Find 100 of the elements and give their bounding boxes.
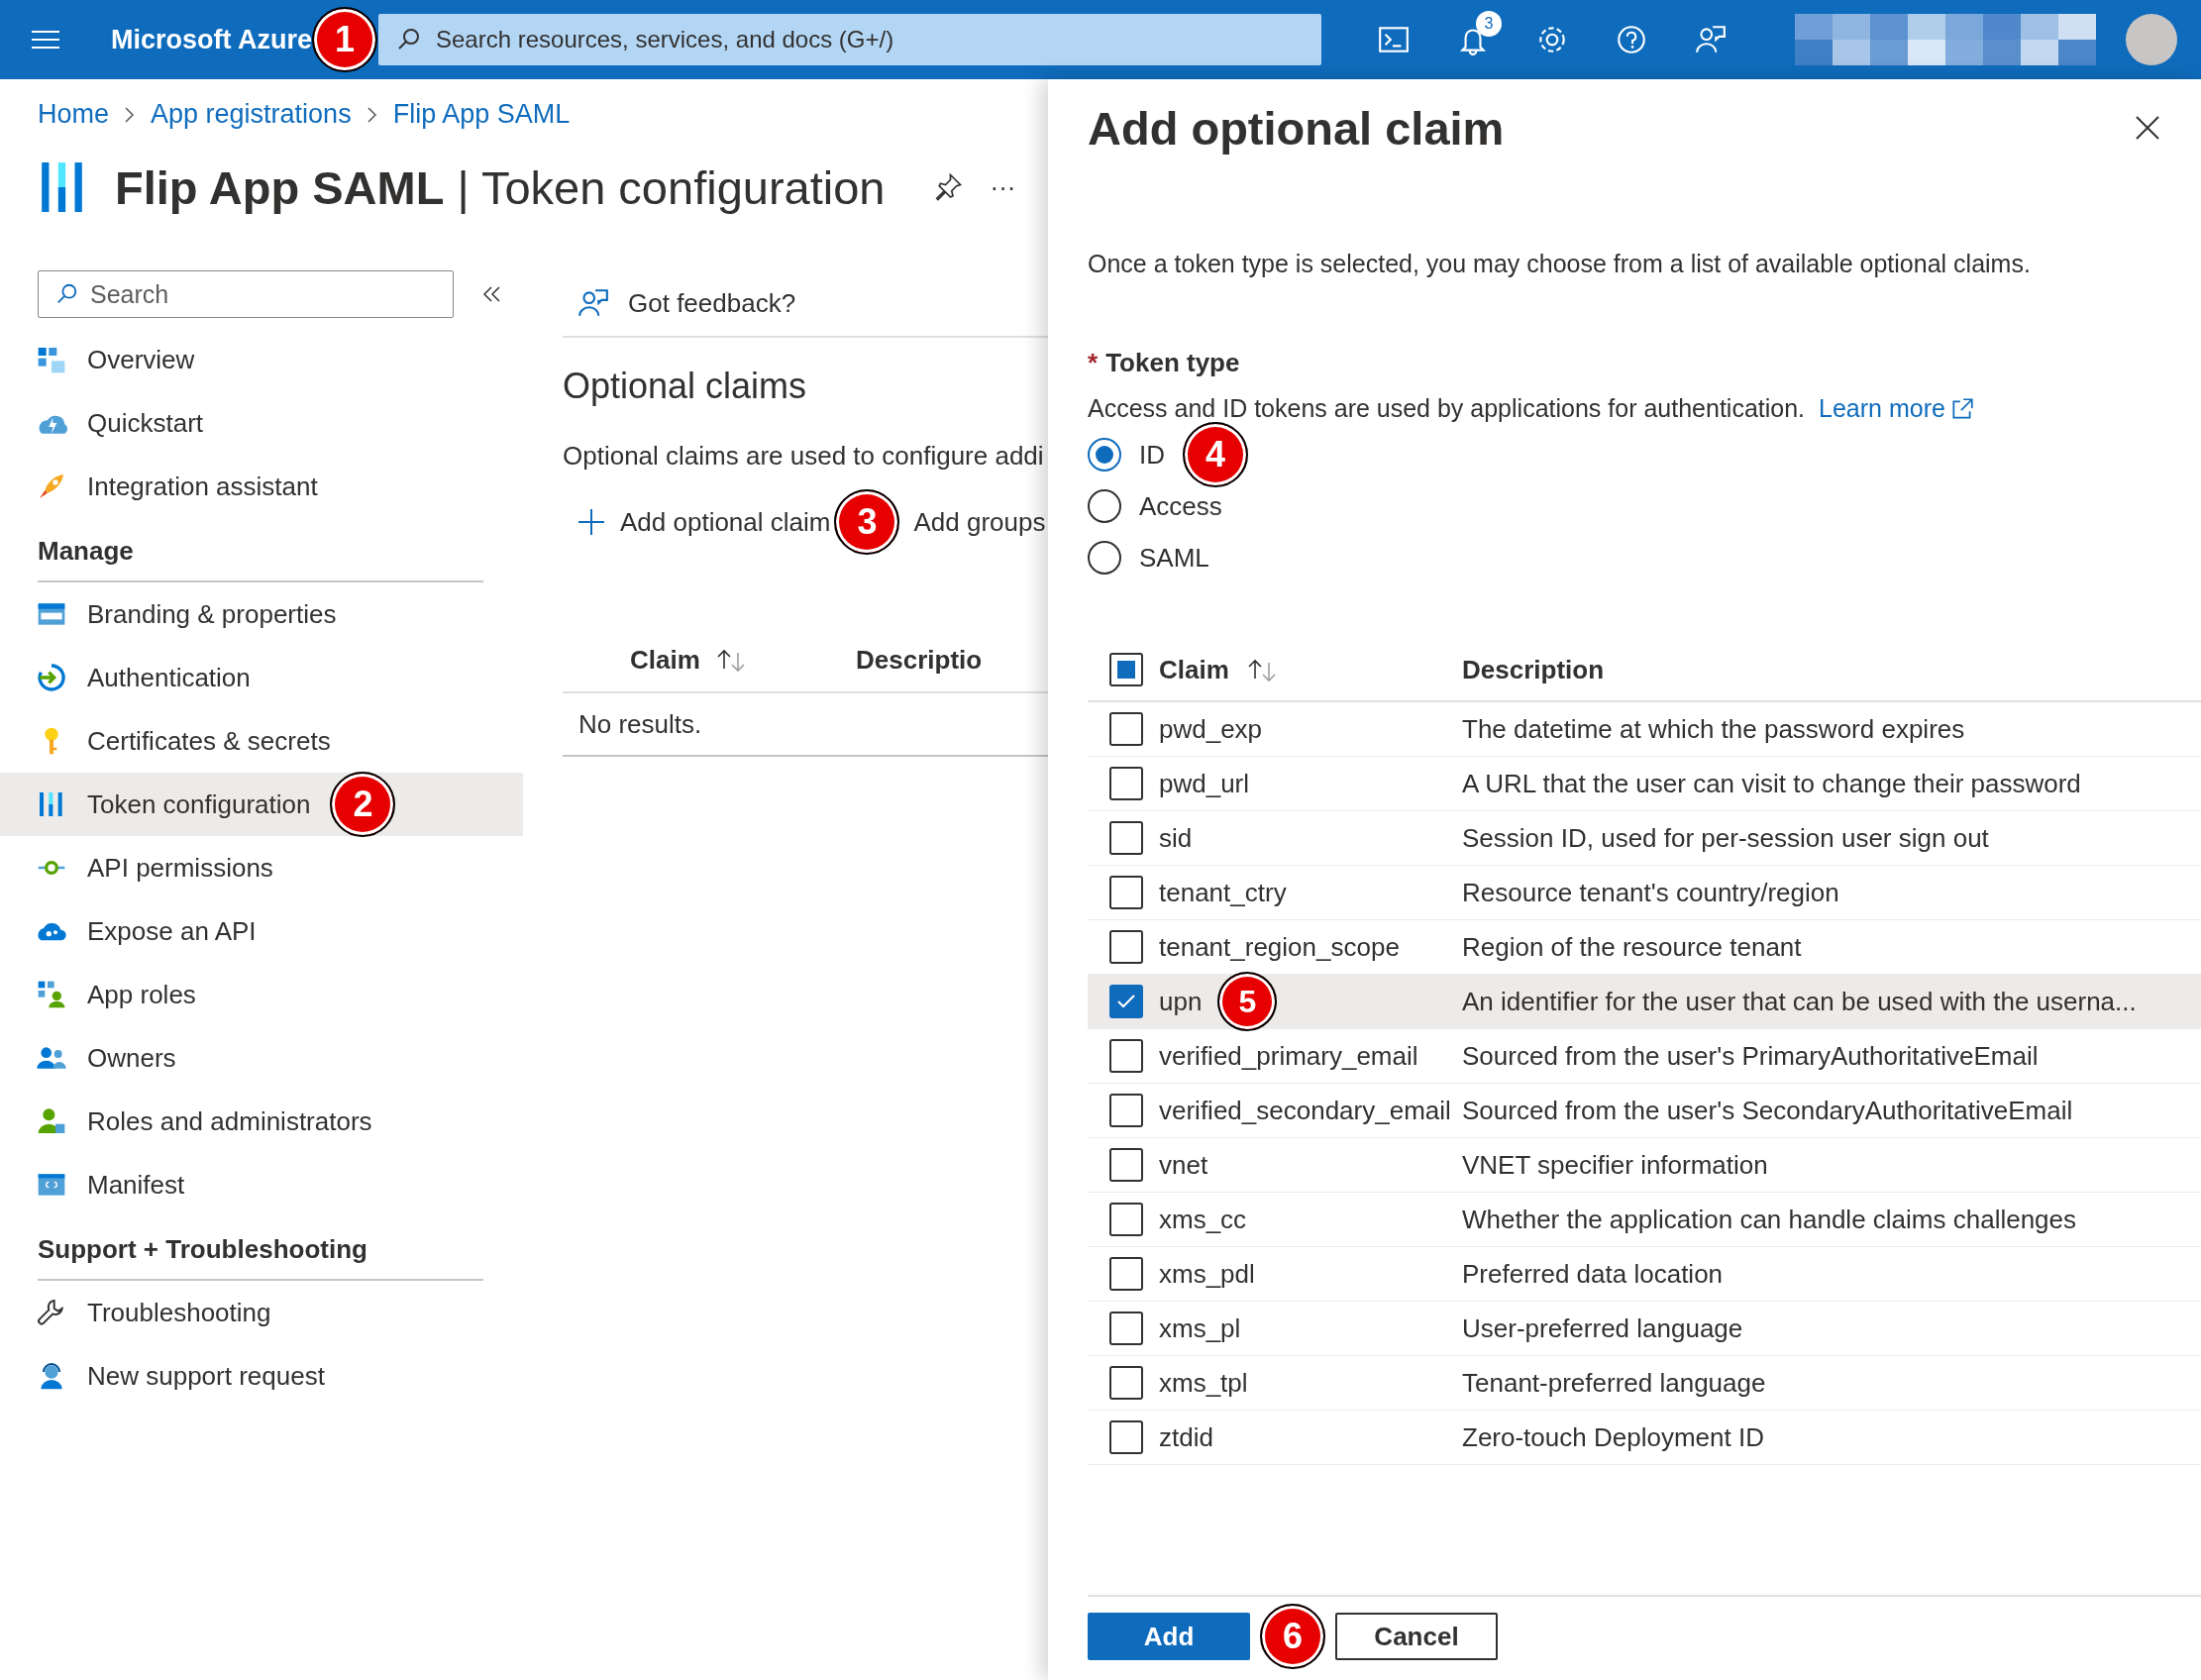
sidebar-item[interactable]: New support request — [0, 1344, 523, 1408]
close-icon[interactable] — [2134, 114, 2161, 142]
claim-name: pwd_exp — [1159, 713, 1263, 745]
checkbox[interactable] — [1109, 821, 1143, 855]
claim-row[interactable]: pwd_url A URL that the user can visit to change their password — [1088, 757, 2201, 811]
feedback-link[interactable]: Got feedback? — [628, 287, 796, 319]
learn-more-link[interactable]: Learn more — [1819, 394, 1975, 423]
checkbox[interactable] — [1109, 712, 1143, 746]
arrow-circle-icon — [36, 662, 67, 693]
sidebar-item[interactable]: Roles and administrators — [0, 1090, 523, 1153]
claim-name: xms_pdl — [1159, 1258, 1255, 1290]
claim-row[interactable]: upn 5 An identifier for the user that can be used with the userna... — [1088, 975, 2201, 1029]
sidebar-item-label: Branding & properties — [87, 598, 337, 630]
claim-row[interactable]: vnet VNET specifier information — [1088, 1138, 2201, 1193]
claim-row[interactable]: verified_primary_email Sourced from the user's PrimaryAuthoritativeEmail — [1088, 1029, 2201, 1084]
checkbox[interactable] — [1109, 1366, 1143, 1400]
toolbar-button[interactable]: Add optional claim — [563, 506, 835, 538]
claim-name: upn — [1159, 986, 1203, 1017]
claim-row[interactable]: sid Session ID, used for per-session user sign out — [1088, 811, 2201, 866]
step-number-marker: 6 — [1260, 1604, 1325, 1669]
sidebar-item[interactable]: Token configuration 2 — [0, 773, 523, 836]
radio-button[interactable] — [1088, 438, 1121, 472]
sidebar-item[interactable]: Manifest — [0, 1153, 523, 1216]
claim-name: vnet — [1159, 1149, 1208, 1181]
claim-name: verified_secondary_email — [1159, 1095, 1451, 1126]
more-button[interactable]: ··· — [990, 171, 1016, 203]
sidebar-item[interactable]: Overview — [0, 328, 523, 391]
sidebar-item-label: Token configuration — [87, 788, 311, 820]
checkbox[interactable] — [1109, 1148, 1143, 1182]
radio-button[interactable] — [1088, 541, 1121, 575]
checkbox[interactable] — [1109, 1039, 1143, 1073]
column-header[interactable]: Claim — [630, 644, 700, 676]
claim-description: Preferred data location — [1462, 1258, 1724, 1290]
claim-name: tenant_region_scope — [1159, 931, 1400, 963]
radio-label[interactable]: ID — [1139, 439, 1165, 471]
radio-label[interactable]: Access — [1139, 490, 1222, 522]
radio-label[interactable]: SAML — [1139, 542, 1209, 574]
menu-icon[interactable] — [30, 28, 61, 52]
claim-row[interactable]: xms_cc Whether the application can handle claims challenges — [1088, 1193, 2201, 1247]
checkbox[interactable] — [1109, 767, 1143, 800]
sidebar-item[interactable]: Certificates & secrets — [0, 709, 523, 773]
add-button[interactable]: Add — [1088, 1613, 1250, 1660]
cancel-button[interactable]: Cancel — [1335, 1613, 1498, 1660]
sidebar-item[interactable]: Integration assistant — [0, 455, 523, 518]
step-number-marker: 3 — [834, 489, 900, 555]
sidebar-item[interactable]: Troubleshooting — [0, 1281, 523, 1344]
claim-row[interactable]: xms_tpl Tenant-preferred language — [1088, 1356, 2201, 1411]
brand-name[interactable]: Microsoft Azure — [111, 24, 312, 55]
claim-row[interactable]: xms_pl User-preferred language — [1088, 1302, 2201, 1356]
section-description: Optional claims are used to configure addi — [563, 441, 1045, 472]
claim-description: VNET specifier information — [1462, 1149, 1768, 1181]
sidebar-item-label: API permissions — [87, 852, 273, 884]
checkbox[interactable] — [1109, 653, 1143, 686]
sidebar-item[interactable]: Owners — [0, 1026, 523, 1090]
claim-description: Tenant-preferred language — [1462, 1367, 1766, 1399]
claim-row[interactable]: verified_secondary_email Sourced from the user's SecondaryAuthoritativeEmail — [1088, 1084, 2201, 1138]
claim-description: An identifier for the user that can be used with the userna... — [1462, 986, 2137, 1017]
sidebar-item[interactable]: Authentication — [0, 646, 523, 709]
claim-row[interactable]: pwd_exp The datetime at which the password expires — [1088, 702, 2201, 757]
toolbar-button[interactable]: Add groups — [899, 506, 1048, 538]
sidebar-item[interactable]: Quickstart — [0, 391, 523, 455]
claim-description: Whether the application can handle claims challenges — [1462, 1204, 2077, 1235]
page-title: Flip App SAML | Token configuration — [115, 159, 886, 215]
search-field[interactable]: Search — [38, 270, 454, 318]
sidebar-item[interactable]: App roles — [0, 963, 523, 1026]
claim-description: A URL that the user can visit to change their password — [1462, 768, 2081, 799]
checkbox[interactable] — [1109, 876, 1143, 909]
sidebar-item[interactable]: Expose an API — [0, 899, 523, 963]
claim-row[interactable]: xms_pdl Preferred data location — [1088, 1247, 2201, 1302]
checkbox[interactable] — [1109, 1420, 1143, 1454]
sidebar-item[interactable]: API permissions — [0, 836, 523, 899]
breadcrumb-link[interactable]: Home — [38, 99, 110, 130]
search-field[interactable]: Search resources, services, and docs (G+/) — [378, 14, 1321, 65]
claim-row[interactable]: ztdid Zero-touch Deployment ID — [1088, 1411, 2201, 1465]
help-icon[interactable] — [1615, 23, 1648, 56]
sidebar-item[interactable]: Branding & properties — [0, 582, 523, 646]
grid-person-icon — [36, 979, 67, 1010]
claim-name: xms_cc — [1159, 1204, 1247, 1235]
checkbox[interactable] — [1109, 1203, 1143, 1236]
claim-description: Resource tenant's country/region — [1462, 877, 1839, 908]
avatar[interactable] — [2126, 14, 2177, 65]
breadcrumb-link[interactable]: Flip App SAML — [392, 99, 571, 130]
checkbox[interactable] — [1109, 1257, 1143, 1291]
sidebar-item-label: Certificates & secrets — [87, 725, 331, 757]
claim-description: Zero-touch Deployment ID — [1462, 1421, 1764, 1453]
checkbox[interactable] — [1109, 985, 1143, 1018]
checkbox[interactable] — [1109, 1094, 1143, 1127]
checkbox[interactable] — [1109, 930, 1143, 964]
column-header[interactable]: Claim — [1159, 654, 1229, 685]
sidebar-item-label: Roles and administrators — [87, 1105, 372, 1137]
column-header[interactable]: Descriptio — [856, 644, 983, 676]
claim-name: verified_primary_email — [1159, 1040, 1418, 1072]
claim-description: The datetime at which the password expires — [1462, 713, 1965, 745]
sidebar-item-label: App roles — [87, 979, 196, 1010]
breadcrumb-link[interactable]: App registrations — [151, 99, 352, 130]
claim-name: ztdid — [1159, 1421, 1213, 1453]
radio-button[interactable] — [1088, 489, 1121, 523]
claim-row[interactable]: tenant_ctry Resource tenant's country/region — [1088, 866, 2201, 920]
sidebar-item-label: Expose an API — [87, 915, 257, 947]
checkbox[interactable] — [1109, 1312, 1143, 1345]
